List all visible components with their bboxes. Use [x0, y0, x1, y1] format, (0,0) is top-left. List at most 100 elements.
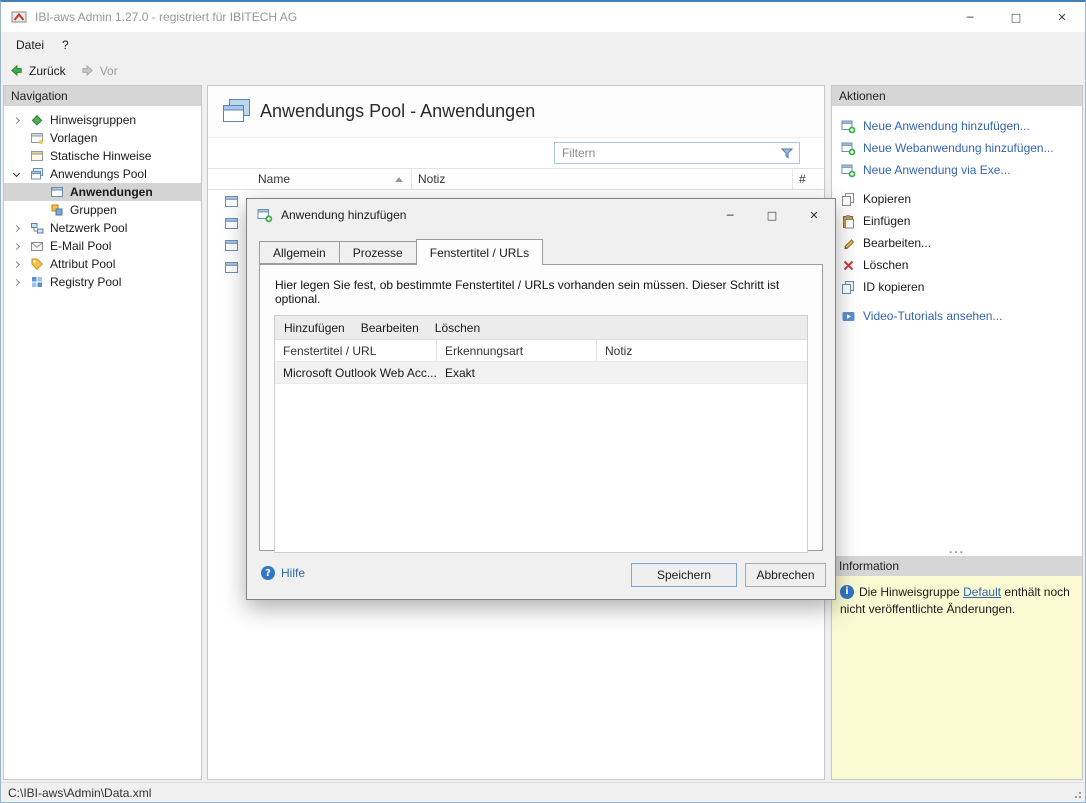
- tree-item-vorlagen[interactable]: Vorlagen: [4, 129, 201, 147]
- action-new-webapplication[interactable]: Neue Webanwendung hinzufügen...: [841, 137, 1073, 159]
- forward-button[interactable]: Vor: [80, 63, 118, 78]
- chevron-right-icon[interactable]: [13, 224, 20, 231]
- action-loeschen[interactable]: Löschen: [841, 254, 1073, 276]
- list-add-button[interactable]: Hinzufügen: [284, 321, 345, 335]
- action-einfuegen[interactable]: Einfügen: [841, 210, 1073, 232]
- tree-item-hinweisgruppen[interactable]: Hinweisgruppen: [4, 111, 201, 129]
- tree-item-attribut-pool[interactable]: Attribut Pool: [4, 255, 201, 273]
- icon-column-header: [208, 169, 252, 189]
- chevron-right-icon[interactable]: [13, 242, 20, 249]
- save-button[interactable]: Speichern: [631, 563, 737, 587]
- add-application-dialog: Anwendung hinzufügen ─ □ ✕ Allgemein Pro…: [246, 198, 836, 600]
- column-notiz[interactable]: Notiz: [412, 169, 792, 189]
- application-icon: [224, 238, 239, 253]
- window-title-list: Hinzufügen Bearbeiten Löschen Fenstertit…: [274, 315, 808, 553]
- menu-help[interactable]: ?: [53, 33, 78, 57]
- nav-toolbar: Zurück Vor: [1, 58, 1085, 83]
- chevron-right-icon[interactable]: [13, 278, 20, 285]
- tree-item-anwendungs-pool[interactable]: Anwendungs Pool: [4, 165, 201, 183]
- resize-grip[interactable]: [1071, 788, 1081, 798]
- filter-row: [208, 138, 824, 168]
- cancel-button[interactable]: Abbrechen: [745, 563, 826, 587]
- app-logo-icon: [11, 9, 27, 25]
- filter-input[interactable]: [555, 146, 780, 160]
- applications-header-icon: [222, 98, 252, 124]
- dialog-tab-content: Hier legen Sie fest, ob bestimmte Fenste…: [259, 264, 823, 551]
- tree-item-anwendungen[interactable]: Anwendungen: [4, 183, 201, 201]
- actions-list: Neue Anwendung hinzufügen... Neue Webanw…: [832, 106, 1082, 327]
- tab-prozesse[interactable]: Prozesse: [339, 241, 417, 264]
- menu-datei[interactable]: Datei: [7, 33, 53, 57]
- app-window: IBI-aws Admin 1.27.0 - registriert für I…: [0, 0, 1086, 803]
- information-header: Information: [832, 556, 1082, 576]
- list-delete-button[interactable]: Löschen: [435, 321, 480, 335]
- maximize-button[interactable]: □: [993, 2, 1039, 32]
- action-kopieren[interactable]: Kopieren: [841, 188, 1073, 210]
- page-title: Anwendungs Pool - Anwendungen: [260, 101, 535, 122]
- info-icon: i: [840, 585, 854, 599]
- filter-box: [554, 142, 800, 164]
- tab-fenstertitel-urls[interactable]: Fenstertitel / URLs: [416, 239, 543, 265]
- panel-splitter-grip[interactable]: ...: [832, 542, 1082, 556]
- action-new-application-via-exe[interactable]: Neue Anwendung via Exe...: [841, 159, 1073, 181]
- action-id-kopieren[interactable]: ID kopieren: [841, 276, 1073, 298]
- application-icon: [224, 216, 239, 231]
- tab-allgemein[interactable]: Allgemein: [259, 241, 340, 264]
- tree-item-registry-pool[interactable]: Registry Pool: [4, 273, 201, 291]
- dialog-minimize-button[interactable]: ─: [709, 199, 751, 231]
- templates-icon: [30, 131, 44, 145]
- column-count[interactable]: #: [792, 169, 824, 189]
- list-header: Fenstertitel / URL Erkennungsart Notiz: [275, 340, 807, 362]
- action-video-tutorials[interactable]: Video-Tutorials ansehen...: [841, 305, 1073, 327]
- default-group-link[interactable]: Default: [963, 585, 1001, 599]
- edit-pencil-icon: [841, 236, 856, 251]
- application-icon: [224, 260, 239, 275]
- dialog-add-window-icon: [257, 207, 273, 223]
- dialog-tabs: Allgemein Prozesse Fenstertitel / URLs: [259, 241, 542, 264]
- dialog-footer: ? Hilfe Speichern Abbrechen: [247, 553, 835, 599]
- forward-arrow-icon: [80, 63, 95, 78]
- back-arrow-icon: [9, 63, 24, 78]
- chevron-right-icon[interactable]: [13, 116, 20, 123]
- tree-item-email-pool[interactable]: E-Mail Pool: [4, 237, 201, 255]
- main-header: Anwendungs Pool - Anwendungen: [208, 86, 824, 138]
- filter-funnel-icon[interactable]: [780, 146, 794, 160]
- dialog-close-button[interactable]: ✕: [793, 199, 835, 231]
- navigation-tree: Hinweisgruppen Vorlagen Statische Hinwei…: [4, 106, 201, 291]
- list-edit-button[interactable]: Bearbeiten: [361, 321, 419, 335]
- information-body: i Die Hinweisgruppe Default enthält noch…: [832, 576, 1082, 779]
- help-link[interactable]: ? Hilfe: [261, 566, 305, 580]
- menubar: Datei ?: [1, 32, 1085, 58]
- actions-panel: Aktionen Neue Anwendung hinzufügen... Ne…: [831, 85, 1083, 780]
- back-button[interactable]: Zurück: [9, 63, 66, 78]
- list-column-fenstertitel-url[interactable]: Fenstertitel / URL: [275, 340, 437, 361]
- tree-item-statische-hinweise[interactable]: Statische Hinweise: [4, 147, 201, 165]
- statusbar: C:\IBI-aws\Admin\Data.xml: [1, 782, 1085, 802]
- sort-asc-icon: [395, 177, 403, 182]
- chevron-right-icon[interactable]: [13, 260, 20, 267]
- column-name[interactable]: Name: [252, 169, 412, 189]
- video-icon: [841, 309, 856, 324]
- paste-icon: [841, 214, 856, 229]
- dialog-maximize-button[interactable]: □: [751, 199, 793, 231]
- list-column-erkennungsart[interactable]: Erkennungsart: [437, 340, 597, 361]
- copy-id-icon: [841, 280, 856, 295]
- copy-icon: [841, 192, 856, 207]
- chevron-down-icon[interactable]: [13, 169, 20, 176]
- static-hints-icon: [30, 149, 44, 163]
- close-button[interactable]: ✕: [1039, 2, 1085, 32]
- list-column-notiz[interactable]: Notiz: [597, 340, 807, 361]
- tree-item-gruppen[interactable]: Gruppen: [4, 201, 201, 219]
- add-window-icon: [841, 141, 856, 156]
- window-title: IBI-aws Admin 1.27.0 - registriert für I…: [35, 10, 297, 24]
- list-toolbar: Hinzufügen Bearbeiten Löschen: [275, 316, 807, 340]
- tree-item-netzwerk-pool[interactable]: Netzwerk Pool: [4, 219, 201, 237]
- dialog-titlebar: Anwendung hinzufügen ─ □ ✕: [247, 199, 835, 231]
- application-pool-icon: [30, 167, 44, 181]
- network-pool-icon: [30, 221, 44, 235]
- groups-icon: [50, 203, 64, 217]
- minimize-button[interactable]: ─: [947, 2, 993, 32]
- action-new-application[interactable]: Neue Anwendung hinzufügen...: [841, 115, 1073, 137]
- action-bearbeiten[interactable]: Bearbeiten...: [841, 232, 1073, 254]
- list-item[interactable]: Microsoft Outlook Web Acc... Exakt: [275, 362, 807, 384]
